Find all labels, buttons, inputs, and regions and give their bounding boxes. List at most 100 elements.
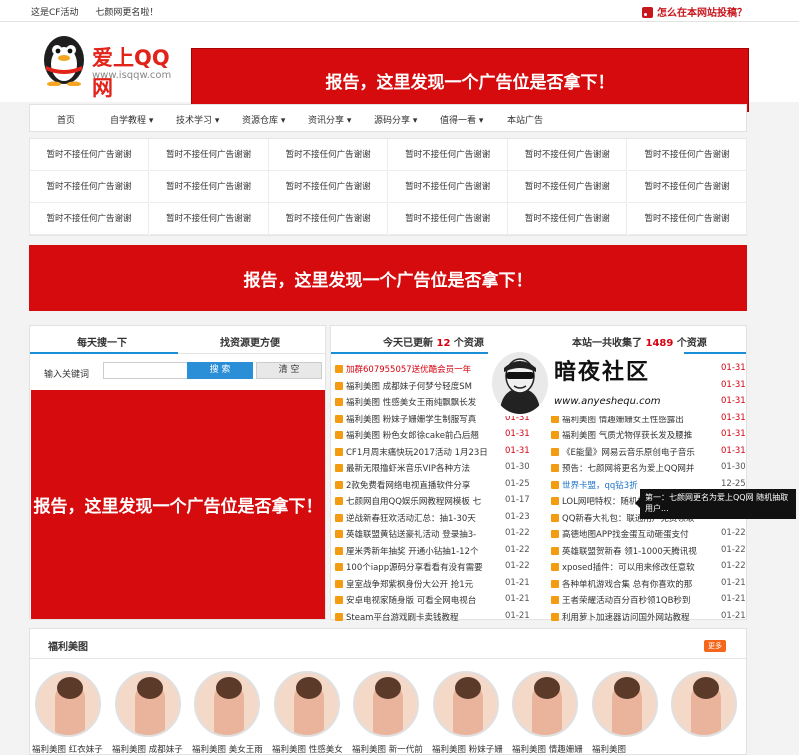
list-item-date: 01-30 (721, 462, 746, 472)
top-link-cf[interactable]: 这是CF活动 (31, 8, 78, 18)
top-banner-ad[interactable]: 报告，这里发现一个广告位是否拿下！ (191, 48, 749, 112)
gallery-thumbnail[interactable] (432, 671, 499, 737)
list-item-title[interactable]: 加群607955057送优酷会员一年 (346, 363, 494, 375)
list-item-date: 01-21 (505, 594, 530, 604)
text-ad-cell[interactable]: 暂时不接任何广告谢谢 (149, 203, 269, 235)
bullet-icon (551, 596, 559, 604)
list-item-title[interactable]: 2款免费看网络电视直播软件分享 (346, 479, 494, 491)
text-ad-cell[interactable]: 暂时不接任何广告谢谢 (388, 139, 508, 171)
list-item-title[interactable]: 高德地图APP找金蛋互动砸蛋支付 (562, 528, 710, 540)
nav-item-tech[interactable]: 技术学习 ▾ (176, 113, 219, 126)
list-item-date: 01-21 (505, 577, 530, 588)
text-ad-cell[interactable]: 暂时不接任何广告谢谢 (508, 203, 628, 235)
gallery-more-button[interactable]: 更多 (704, 640, 726, 652)
list-item-title[interactable]: 七颜网自用QQ娱乐网教程网模板 七 (346, 495, 494, 507)
gallery-thumbnail[interactable] (114, 671, 181, 737)
text-ad-cell[interactable]: 暂时不接任何广告谢谢 (628, 203, 747, 235)
submit-link[interactable]: 怎么在本网站投稿？ (642, 4, 747, 19)
gallery-caption[interactable]: 福利美图 美女王雨 (192, 743, 263, 755)
gallery-caption[interactable]: 福利美图 (592, 743, 626, 755)
list-item-title[interactable]: 100个iapp源码分享看看有没有需要 (346, 561, 494, 573)
gallery-caption[interactable]: 福利美图 性感美女 (272, 743, 343, 755)
nav-item-tutorials[interactable]: 自学教程 ▾ (110, 113, 153, 126)
list-item-title[interactable]: 皇室战争郑紫枫身份大公开 抢1元 (346, 578, 494, 590)
text-ad-cell[interactable]: 暂时不接任何广告谢谢 (269, 171, 389, 203)
gallery-title: 福利美图 (48, 642, 88, 653)
text-ad-grid: 暂时不接任何广告谢谢 暂时不接任何广告谢谢 暂时不接任何广告谢谢 暂时不接任何广告谢谢… (29, 138, 747, 236)
text-ad-cell[interactable]: 暂时不接任何广告谢谢 (30, 171, 149, 203)
watermark-overlay: 暗夜社区 www.anyeshequ.com (488, 350, 684, 416)
gallery-section: 福利美图 更多 福利美图 红衣妹子 福利美图 成都妹子 福利美图 美女王雨 福利美图 … (29, 628, 747, 755)
search-tabs: 每天搜一下 找资源更方便 (30, 326, 325, 354)
list-item-date: 01-21 (721, 610, 746, 621)
text-ad-cell[interactable]: 暂时不接任何广告谢谢 (508, 171, 628, 203)
search-button[interactable]: 搜 索 (187, 362, 253, 379)
top-link-rename[interactable]: 七颜网更名啦！ (95, 8, 158, 18)
tab-find-resources[interactable]: 找资源更方便 (220, 334, 280, 349)
text-ad-cell[interactable]: 暂时不接任何广告谢谢 (388, 171, 508, 203)
gallery-thumbnail[interactable] (353, 671, 419, 737)
list-item-title[interactable]: 逆战新春狂欢活动汇总：抽1-30天 (346, 512, 494, 524)
nav-item-resources[interactable]: 资源仓库 ▾ (242, 113, 285, 126)
text-ad-cell[interactable]: 暂时不接任何广告谢谢 (508, 139, 628, 171)
list-item-title[interactable]: 福利美图 气质尤物俘获长发及腰推 (562, 429, 710, 441)
text-ad-cell[interactable]: 暂时不接任何广告谢谢 (628, 139, 747, 171)
list-item-title[interactable]: 福利美图 成都妹子何梦兮轻度SM (346, 380, 494, 392)
bullet-icon (335, 497, 343, 505)
list-item-title[interactable]: 福利美图 粉妹子姗姗学生制服写真 (346, 413, 494, 425)
penguin-logo-icon (44, 36, 84, 86)
text-ad-cell[interactable]: 暂时不接任何广告谢谢 (30, 139, 149, 171)
list-item-title[interactable]: 英雄联盟贺新春 领1-1000天腾讯视 (562, 545, 710, 557)
text-ad-cell[interactable]: 暂时不接任何广告谢谢 (30, 203, 149, 235)
text-ad-cell[interactable]: 暂时不接任何广告谢谢 (628, 171, 747, 203)
nav-item-home[interactable]: 首页 (57, 113, 75, 126)
gallery-thumbnail[interactable] (671, 671, 737, 737)
list-item-title[interactable]: 《E能量》网易云音乐原创电子音乐 (562, 446, 710, 458)
clear-button[interactable]: 清 空 (256, 362, 322, 379)
bullet-icon (335, 398, 343, 406)
list-item-title[interactable]: 福利美图 性感美女王雨纯飘飘长发 (346, 396, 494, 408)
list-item-title[interactable]: CF1月周末痛快玩2017活动 1月23日 (346, 446, 494, 458)
gallery-caption[interactable]: 福利美图 新一代前 (352, 743, 423, 755)
tab-daily-search[interactable]: 每天搜一下 (77, 334, 127, 349)
total-suffix: 个资源 (676, 338, 707, 349)
watermark-title: 暗夜社区 (554, 359, 651, 385)
gallery-thumbnail[interactable] (194, 671, 260, 737)
left-banner-ad[interactable]: 报告，这里发现一个广告位是否拿下！ (31, 390, 325, 619)
site-logo[interactable]: 爱上QQ网 www.isqqw.com (40, 28, 185, 100)
text-ad-cell[interactable]: 暂时不接任何广告谢谢 (149, 171, 269, 203)
nav-item-ads[interactable]: 本站广告 (507, 113, 543, 126)
list-item-title[interactable]: 安卓电视家随身版 可看全网电视台 (346, 594, 494, 606)
gallery-caption[interactable]: 福利美图 红衣妹子 (32, 743, 103, 755)
gallery-caption[interactable]: 福利美图 成都妹子 (112, 743, 183, 755)
gallery-caption[interactable]: 福利美图 情趣姗姗 (512, 743, 583, 755)
nav-item-source[interactable]: 源码分享 ▾ (374, 113, 417, 126)
list-item-title[interactable]: 厘米秀新年抽奖 开通小钻抽1-12个 (346, 545, 494, 557)
gallery-thumbnail[interactable] (591, 671, 658, 737)
list-item-title[interactable]: xposed插件：可以用来修改任意软 (562, 561, 710, 573)
text-ad-cell[interactable]: 暂时不接任何广告谢谢 (269, 203, 389, 235)
nav-item-worth[interactable]: 值得一看 ▾ (440, 113, 483, 126)
list-item-title[interactable]: 利用萝卜加速器访问国外网站教程 (562, 611, 710, 623)
main-nav: 首页 自学教程 ▾ 技术学习 ▾ 资源仓库 ▾ 资讯分享 ▾ 源码分享 ▾ 值得… (29, 104, 747, 132)
text-ad-cell[interactable]: 暂时不接任何广告谢谢 (269, 139, 389, 171)
gallery-thumbnail[interactable] (35, 671, 101, 737)
gallery-thumbnail[interactable] (512, 671, 578, 737)
list-item-title[interactable]: 最新无限撸虾米音乐VIP各种方法 (346, 462, 494, 474)
nav-item-news[interactable]: 资讯分享 ▾ (308, 113, 351, 126)
list-item-title[interactable]: Steam平台游戏刷卡卖钱教程 (346, 611, 494, 623)
gallery-thumbnail[interactable] (273, 671, 340, 737)
list-item-title[interactable]: 王者荣耀活动百分百秒领1QB秒到 (562, 594, 710, 606)
gallery-caption[interactable]: 福利美图 粉妹子姗 (432, 743, 503, 755)
text-ad-cell[interactable]: 暂时不接任何广告谢谢 (149, 139, 269, 171)
submit-label: 怎么在本网站投稿？ (657, 8, 747, 19)
list-item-title[interactable]: 预告：七颜网将更名为爱上QQ网并 (562, 462, 710, 474)
bullet-icon (551, 497, 559, 505)
list-item-title[interactable]: 各种单机游戏合集 总有你喜欢的那 (562, 578, 710, 590)
bullet-icon (335, 513, 343, 522)
middle-banner-ad[interactable]: 报告，这里发现一个广告位是否拿下！ (29, 245, 747, 311)
list-item-title[interactable]: 福利美图 粉色女郎徐cake前凸后翘 (346, 429, 494, 441)
text-ad-cell[interactable]: 暂时不接任何广告谢谢 (388, 203, 508, 235)
list-item-title[interactable]: 英雄联盟黄钻送豪礼活动 登录抽3- (346, 528, 494, 540)
bullet-icon (335, 414, 343, 423)
